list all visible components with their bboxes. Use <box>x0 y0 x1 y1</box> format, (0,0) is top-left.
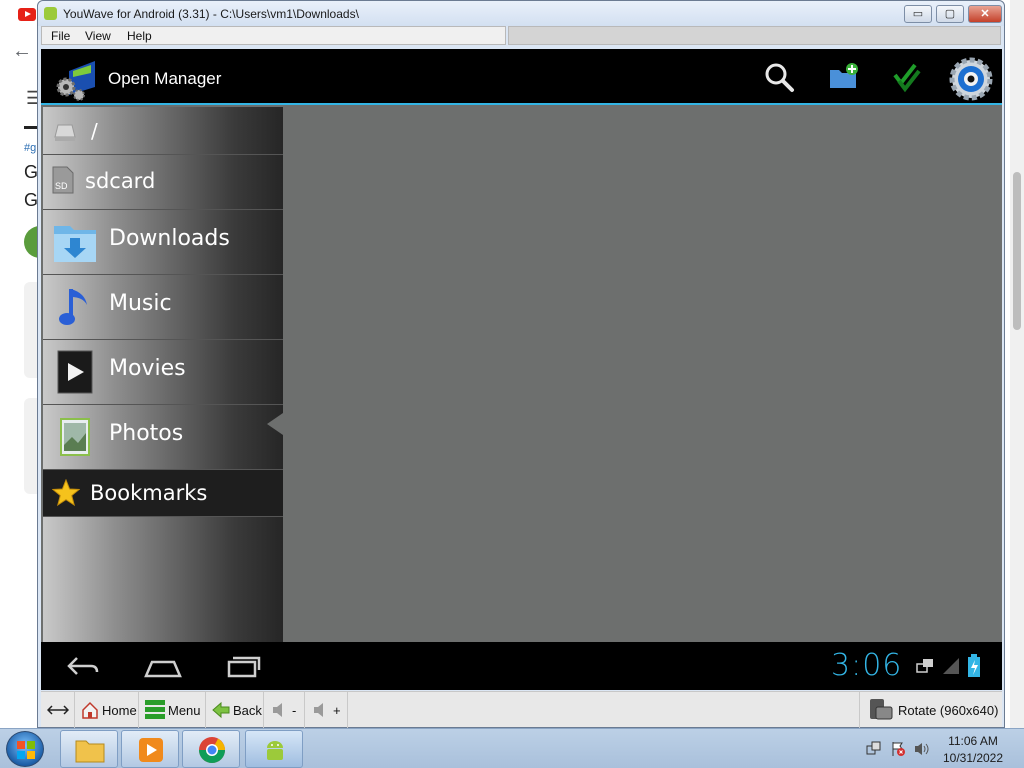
drawer-item-bookmarks[interactable]: Bookmarks <box>43 470 283 517</box>
signal-icon <box>943 658 959 674</box>
back-arrow-icon <box>212 701 230 719</box>
speaker-icon <box>314 703 323 717</box>
house-icon <box>82 701 98 719</box>
new-folder-icon[interactable] <box>827 61 859 93</box>
movies-icon <box>57 350 93 394</box>
taskbar-explorer[interactable] <box>60 730 118 768</box>
rotate-button[interactable]: Rotate (960x640) <box>859 692 1002 728</box>
downloads-folder-icon <box>54 226 96 262</box>
menu-help[interactable]: Help <box>127 29 152 43</box>
volume-up-label: + <box>333 702 341 718</box>
rotate-label: Rotate (960x640) <box>898 702 999 718</box>
network-icon <box>916 659 933 673</box>
menu-button[interactable]: Menu <box>140 692 206 728</box>
android-robot-icon <box>267 741 283 760</box>
window-titlebar[interactable]: YouWave for Android (3.31) - C:\Users\vm… <box>38 1 1004 26</box>
background-tag[interactable]: #g <box>24 142 36 154</box>
menu-file[interactable]: File <box>51 29 70 43</box>
volume-down-label: - <box>292 702 297 718</box>
home-button[interactable]: Home <box>76 692 139 728</box>
star-icon <box>52 479 80 507</box>
rotate-device-icon <box>870 699 893 720</box>
taskbar-time[interactable]: 11:06 AM <box>944 734 1002 748</box>
svg-text:SD: SD <box>55 181 68 191</box>
action-bar: Open Manager <box>41 49 1002 105</box>
drive-icon <box>54 124 76 141</box>
back-button[interactable]: Back <box>207 692 264 728</box>
taskbar-chrome[interactable] <box>182 730 240 768</box>
close-button[interactable]: ✕ <box>968 5 1002 23</box>
sd-card-icon: SD <box>52 166 74 194</box>
browser-scrollbar[interactable] <box>1010 0 1024 728</box>
drawer-item-photos[interactable]: Photos <box>43 405 283 470</box>
drawer-item-downloads[interactable]: Downloads <box>43 210 283 275</box>
status-clock: 3:06 <box>831 648 903 683</box>
youtube-icon[interactable] <box>18 8 36 21</box>
menu-list-icon <box>145 700 165 719</box>
multi-select-icon[interactable] <box>891 61 923 93</box>
browser-scrollbar-thumb[interactable] <box>1013 172 1021 330</box>
action-center-flag-icon[interactable] <box>890 741 906 757</box>
home-label: Home <box>102 702 137 718</box>
drawer-label-sdcard: sdcard <box>85 169 156 193</box>
window-title: YouWave for Android (3.31) - C:\Users\vm… <box>63 7 359 21</box>
minimize-button[interactable]: ▭ <box>904 5 932 23</box>
maximize-button[interactable]: ▢ <box>936 5 964 23</box>
drawer-label-downloads: Downloads <box>109 226 230 251</box>
taskbar-youwave[interactable] <box>245 730 303 768</box>
menu-view[interactable]: View <box>85 29 111 43</box>
drawer-item-music[interactable]: Music <box>43 275 283 340</box>
folder-icon <box>75 740 105 763</box>
drawer-item-root[interactable]: / <box>43 107 283 155</box>
background-heading-2: G <box>24 190 39 210</box>
android-home-icon[interactable] <box>143 652 183 680</box>
taskbar-media-player[interactable] <box>121 730 179 768</box>
back-arrow-icon[interactable]: ← <box>12 40 32 63</box>
menu-bar: File View Help <box>41 26 506 45</box>
youwave-window: YouWave for Android (3.31) - C:\Users\vm… <box>37 0 1005 728</box>
search-icon[interactable] <box>763 61 795 93</box>
music-icon <box>59 289 87 325</box>
chrome-icon <box>198 737 226 764</box>
resize-arrows-icon <box>46 705 69 715</box>
taskbar-date[interactable]: 10/31/2022 <box>940 751 1006 765</box>
windows-logo-icon <box>17 741 35 759</box>
background-heading-1: G <box>24 162 39 182</box>
start-button[interactable] <box>6 731 44 767</box>
speaker-icon <box>273 703 282 717</box>
volume-up-button[interactable]: + <box>306 692 348 728</box>
drawer-label-music: Music <box>109 291 172 316</box>
network-tray-icon[interactable] <box>866 741 882 757</box>
drawer-item-movies[interactable]: Movies <box>43 340 283 405</box>
android-screen[interactable]: Open Manager / SD sdcard Downloads Music… <box>41 49 1002 690</box>
resize-button[interactable] <box>41 692 75 728</box>
photos-icon <box>60 418 90 456</box>
drawer-label-root: / <box>91 119 98 143</box>
app-title: Open Manager <box>108 69 222 88</box>
media-player-icon <box>139 738 163 762</box>
settings-icon[interactable] <box>947 55 995 103</box>
drawer-label-movies: Movies <box>109 356 186 381</box>
drawer-label-photos: Photos <box>109 421 184 446</box>
battery-icon <box>968 654 980 677</box>
android-back-icon[interactable] <box>63 652 103 680</box>
volume-down-button[interactable]: - <box>265 692 305 728</box>
back-label: Back <box>233 702 262 718</box>
drawer-item-sdcard[interactable]: SD sdcard <box>43 155 283 210</box>
selection-indicator <box>267 413 283 435</box>
emulator-toolbar: Home Menu Back - + Rotate (960x640) <box>41 691 1002 728</box>
android-navigation-bar: 3:06 <box>41 642 1002 690</box>
android-recents-icon[interactable] <box>223 652 263 680</box>
drawer-label-bookmarks: Bookmarks <box>90 481 208 505</box>
windows-taskbar: 11:06 AM 10/31/2022 <box>0 728 1024 768</box>
menu-label: Menu <box>168 702 201 718</box>
open-manager-logo-icon[interactable] <box>55 57 101 101</box>
file-list-area[interactable] <box>283 107 1002 642</box>
menu-bar-filler <box>508 26 1001 45</box>
android-app-icon <box>44 7 57 20</box>
volume-tray-icon[interactable] <box>914 741 930 757</box>
navigation-drawer: / SD sdcard Downloads Music Movies Photo… <box>43 107 283 642</box>
